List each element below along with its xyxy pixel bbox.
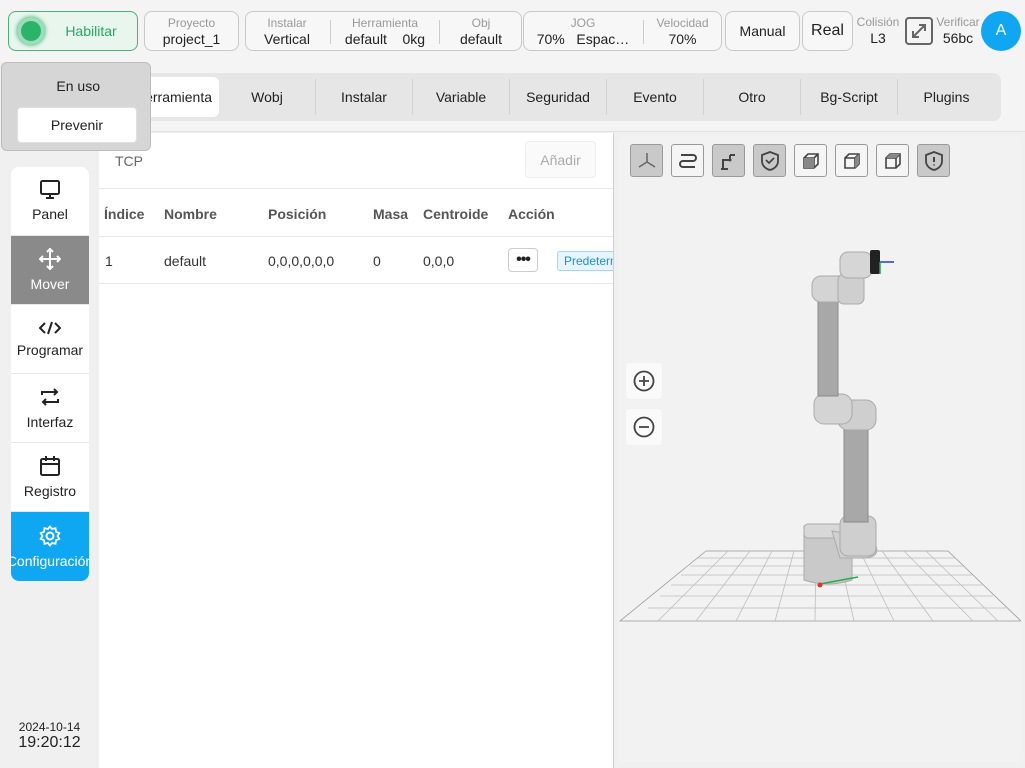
cell-mass: 0 xyxy=(373,253,381,269)
more-actions-button[interactable]: ••• xyxy=(508,248,538,272)
nav-item-move[interactable]: Mover xyxy=(11,236,89,305)
project-selector[interactable]: Proyecto project_1 xyxy=(144,11,239,51)
tool-value: default xyxy=(344,31,387,47)
fullscreen-icon[interactable] xyxy=(904,16,934,46)
robot-3d-view[interactable] xyxy=(618,136,1021,762)
nav-label: Interfaz xyxy=(26,414,74,430)
separator xyxy=(330,20,331,44)
swap-icon xyxy=(41,388,59,406)
add-button[interactable]: Añadir xyxy=(525,141,596,178)
collision-value: L3 xyxy=(870,30,886,46)
monitor-icon xyxy=(40,180,60,199)
tab-strip: Herramienta Wobj Instalar Variable Segur… xyxy=(124,73,1001,121)
nav-item-log[interactable]: Registro xyxy=(11,443,89,512)
install-value: Vertical xyxy=(264,31,310,47)
usage-popover: En uso Prevenir xyxy=(1,62,151,151)
prevent-button[interactable]: Prevenir xyxy=(17,107,137,143)
nav-label: Mover xyxy=(30,276,70,292)
cell-centroid: 0,0,0 xyxy=(423,253,455,269)
top-bar: Habilitar Proyecto project_1 Instalar Ve… xyxy=(0,0,1025,62)
in-use-status: En uso xyxy=(56,78,100,94)
jog-speed-group[interactable]: JOG 70% Espac… Velocidad 70% xyxy=(523,11,722,51)
table-header: Índice Nombre Posición Masa Centroide Ac… xyxy=(99,188,613,237)
sidebar: Panel Mover Programar Interfaz Registro … xyxy=(0,62,99,768)
robot-scene xyxy=(618,250,1021,622)
nav-menu: Panel Mover Programar Interfaz Registro … xyxy=(11,167,89,581)
default-badge: Predeterminado xyxy=(557,251,613,271)
enable-label: Habilitar xyxy=(65,23,117,39)
tab-install[interactable]: Instalar xyxy=(316,79,413,115)
tab-event[interactable]: Evento xyxy=(607,79,704,115)
real-mode-button[interactable]: Real xyxy=(802,11,853,51)
nav-label: Programar xyxy=(16,342,84,358)
column-header: Nombre xyxy=(164,206,217,222)
verify-indicator[interactable]: Verificar 56bc xyxy=(936,15,980,47)
tab-plugins[interactable]: Plugins xyxy=(898,79,995,115)
user-avatar[interactable]: A xyxy=(981,11,1021,51)
tab-wobj[interactable]: Wobj xyxy=(219,79,316,115)
obj-title: Obj xyxy=(471,16,491,30)
speed-title: Velocidad xyxy=(656,16,709,30)
project-title: Proyecto xyxy=(167,16,216,30)
tab-other[interactable]: Otro xyxy=(704,79,801,115)
obj-value: default xyxy=(459,31,503,47)
cell-name: default xyxy=(164,253,207,269)
nav-label: Configuración xyxy=(11,552,89,569)
collision-title: Colisión xyxy=(856,15,900,29)
column-header: Posición xyxy=(268,206,327,222)
panel-title: TCP xyxy=(115,153,143,169)
nav-item-panel[interactable]: Panel xyxy=(11,167,89,236)
tab-variable[interactable]: Variable xyxy=(413,79,510,115)
cell-position: 0,0,0,0,0,0 xyxy=(268,253,335,269)
speed-value: 70% xyxy=(668,31,697,47)
nav-item-settings[interactable]: Configuración xyxy=(11,512,89,581)
calendar-icon xyxy=(40,456,60,476)
status-led-icon xyxy=(17,17,45,45)
install-tool-obj-group[interactable]: Instalar Vertical Herramienta default 0k… xyxy=(245,11,522,51)
verify-value: 56bc xyxy=(942,30,974,46)
project-value: project_1 xyxy=(162,31,221,47)
tab-bg-script[interactable]: Bg-Script xyxy=(801,79,898,115)
code-icon xyxy=(39,321,61,335)
tab-safety[interactable]: Seguridad xyxy=(510,79,607,115)
tool-mass: 0kg xyxy=(402,31,426,47)
move-arrows-icon xyxy=(39,248,61,270)
enable-toggle[interactable]: Habilitar xyxy=(8,11,138,51)
nav-label: Panel xyxy=(32,206,68,222)
column-header: Acción xyxy=(508,206,555,222)
jog-space: Espac… xyxy=(576,31,630,47)
cell-index: 1 xyxy=(105,253,113,269)
jog-title: JOG xyxy=(570,16,596,30)
nav-item-program[interactable]: Programar xyxy=(11,305,89,374)
current-date: 2024-10-14 xyxy=(18,720,81,734)
nav-label: Registro xyxy=(23,483,77,499)
tcp-panel: TCP Añadir Índice Nombre Posición Masa C… xyxy=(99,133,613,768)
gear-icon xyxy=(39,524,61,547)
settings-tabs: Herramienta Wobj Instalar Variable Segur… xyxy=(99,62,1025,132)
column-header: Índice xyxy=(104,206,145,222)
panel-divider xyxy=(613,133,614,768)
column-header: Masa xyxy=(373,206,409,222)
collision-indicator[interactable]: Colisión L3 xyxy=(856,15,900,47)
manual-mode-button[interactable]: Manual xyxy=(725,11,800,51)
tool-title: Herramienta xyxy=(351,16,419,30)
table-row[interactable]: 1 default 0,0,0,0,0,0 0 0,0,0 ••• Predet… xyxy=(99,237,613,284)
jog-value: 70% xyxy=(536,31,565,47)
verify-title: Verificar xyxy=(936,15,980,29)
column-header: Centroide xyxy=(423,206,489,222)
separator xyxy=(439,20,440,44)
current-time: 19:20:12 xyxy=(18,734,81,751)
nav-item-interface[interactable]: Interfaz xyxy=(11,374,89,443)
install-title: Instalar xyxy=(267,16,307,30)
